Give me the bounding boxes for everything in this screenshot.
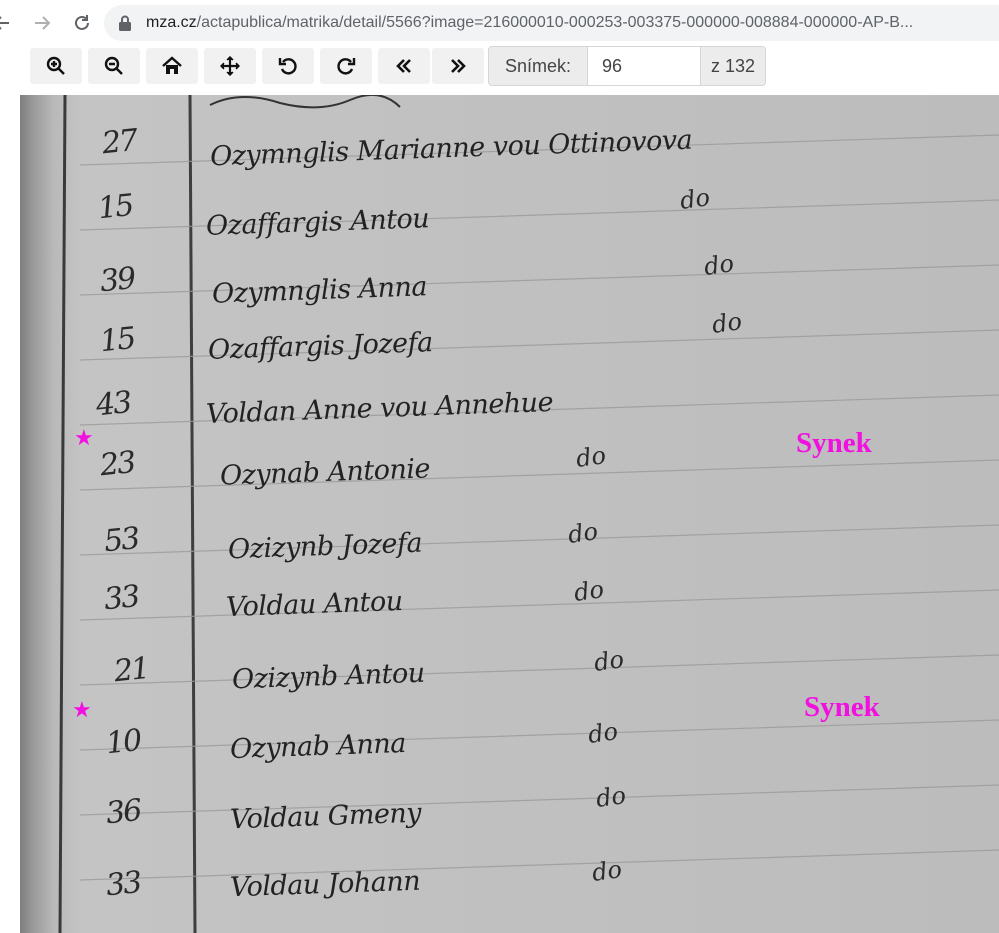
- document-scan[interactable]: 27 15 39 15 43 23 53 33 21 10 36 33 Ozym…: [20, 95, 999, 933]
- first-page-button[interactable]: [378, 48, 430, 84]
- move-icon: [220, 56, 240, 76]
- name-cell: Ozynab Anna: [229, 727, 407, 766]
- ditto-mark: do: [572, 575, 606, 607]
- age-cell: 39: [98, 260, 136, 300]
- page-navigator: Snímek: z 132: [488, 46, 766, 86]
- rotate-left-button[interactable]: [262, 48, 314, 84]
- rotate-right-icon: [337, 58, 356, 75]
- ditto-mark: do: [702, 249, 736, 281]
- age-cell: 23: [98, 444, 136, 484]
- star-marker: ★: [72, 697, 92, 722]
- age-cell: 53: [102, 520, 140, 560]
- zoom-in-icon: [46, 56, 65, 75]
- page-label: Snímek:: [489, 47, 588, 85]
- annotation-label: Synek: [804, 691, 880, 723]
- page-number-input[interactable]: [588, 47, 700, 85]
- double-chevron-right-icon: [451, 59, 466, 73]
- viewer-toolbar: Snímek: z 132: [0, 46, 999, 95]
- ditto-mark: do: [586, 717, 620, 749]
- rotate-left-icon: [278, 58, 297, 75]
- zoom-out-icon: [104, 56, 123, 75]
- ditto-mark: do: [710, 307, 744, 339]
- reload-icon: [75, 15, 89, 30]
- move-button[interactable]: [204, 48, 256, 84]
- age-cell: 43: [94, 384, 132, 424]
- url-path: /actapublica/matrika/detail/5566?image=2…: [196, 14, 914, 31]
- age-cell: 10: [104, 722, 142, 762]
- forward-button[interactable]: [28, 9, 56, 37]
- age-cell: 33: [102, 578, 140, 618]
- ditto-mark: do: [574, 441, 608, 473]
- ditto-mark: do: [594, 781, 628, 813]
- age-cell: 27: [100, 122, 138, 162]
- home-icon: [162, 56, 182, 74]
- ditto-mark: do: [592, 645, 626, 677]
- annotation-label: Synek: [796, 427, 872, 459]
- ditto-mark: do: [590, 855, 624, 887]
- arrow-right-icon: [35, 16, 51, 30]
- paper-ruling: [58, 95, 999, 933]
- age-cell: 36: [104, 792, 142, 832]
- star-marker: ★: [74, 425, 94, 450]
- page-total: z 132: [700, 47, 765, 85]
- lock-icon: [119, 15, 131, 31]
- home-button[interactable]: [146, 48, 198, 84]
- url-host: mza.cz: [146, 14, 197, 31]
- ditto-mark: do: [678, 183, 712, 215]
- age-cell: 15: [98, 320, 136, 360]
- next-page-button[interactable]: [432, 48, 484, 84]
- name-cell: Voldau Antou: [225, 585, 404, 624]
- age-cell: 15: [96, 187, 134, 227]
- age-cell: 33: [104, 864, 142, 904]
- zoom-out-button[interactable]: [88, 48, 140, 84]
- age-cell: 21: [112, 650, 150, 690]
- name-cell: Voldau Johann: [229, 865, 421, 904]
- browser-toolbar: mza.cz/actapublica/matrika/detail/5566?i…: [0, 0, 999, 47]
- rotate-right-button[interactable]: [320, 48, 372, 84]
- url-text: mza.cz/actapublica/matrika/detail/5566?i…: [146, 14, 996, 32]
- address-bar[interactable]: mza.cz/actapublica/matrika/detail/5566?i…: [104, 5, 999, 41]
- arrow-left-icon: [0, 16, 9, 30]
- reload-button[interactable]: [68, 9, 96, 37]
- ditto-mark: do: [566, 517, 600, 549]
- back-button[interactable]: [0, 9, 16, 37]
- zoom-in-button[interactable]: [30, 48, 82, 84]
- double-chevron-left-icon: [396, 59, 411, 73]
